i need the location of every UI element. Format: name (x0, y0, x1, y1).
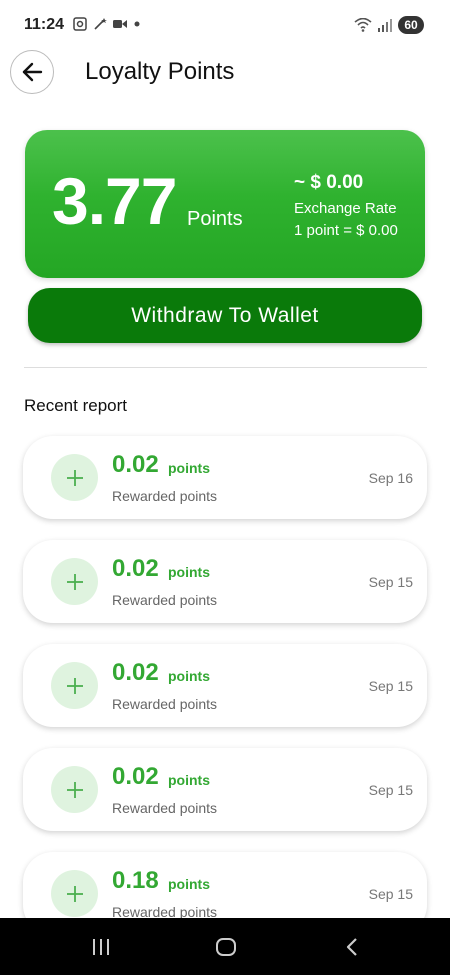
nav-back-button[interactable] (337, 932, 367, 962)
item-description: Rewarded points (112, 800, 218, 816)
recent-report-heading: Recent report (24, 396, 127, 415)
item-date: Sep 15 (368, 678, 413, 694)
item-date: Sep 15 (368, 782, 413, 798)
points-summary-card: 3.77 Points ~ $ 0.00 Exchange Rate 1 poi… (25, 130, 425, 278)
list-item[interactable]: 0.02 points Rewarded points Sep 15 (23, 540, 427, 623)
arrow-left-icon (22, 62, 43, 82)
item-date: Sep 15 (368, 886, 413, 902)
dot-icon (134, 21, 140, 27)
item-description: Rewarded points (112, 488, 218, 504)
plus-icon (66, 469, 83, 486)
points-amount: 0.18 (112, 867, 159, 894)
plus-icon-circle (51, 454, 98, 501)
nav-home-button[interactable] (211, 932, 241, 962)
plus-icon (66, 677, 83, 694)
item-date: Sep 15 (368, 574, 413, 590)
home-icon (216, 938, 236, 956)
approx-dollar-value: ~ $ 0.00 (294, 172, 364, 193)
plus-icon (66, 573, 83, 590)
list-item[interactable]: 0.02 points Rewarded points Sep 16 (23, 436, 427, 519)
points-balance: 3.77 (52, 164, 177, 238)
status-time: 11:24 (24, 16, 65, 33)
exchange-rate-value: 1 point = $ 0.00 (294, 222, 398, 239)
points-amount: 0.02 (112, 451, 159, 478)
item-description: Rewarded points (112, 696, 218, 712)
status-icons-left (73, 17, 141, 31)
battery-indicator: 60 (398, 16, 424, 34)
points-amount: 0.02 (112, 763, 159, 790)
plus-icon (66, 885, 83, 902)
back-button[interactable] (10, 50, 54, 94)
points-unit-label: Points (187, 208, 243, 230)
item-description: Rewarded points (112, 592, 218, 608)
points-amount-unit: points (168, 564, 210, 580)
status-icons-right: 60 (354, 16, 424, 34)
nav-recents-button[interactable] (86, 932, 116, 962)
points-amount-unit: points (168, 460, 210, 476)
status-bar: 11:24 60 (0, 0, 450, 50)
plus-icon (66, 781, 83, 798)
list-item[interactable]: 0.02 points Rewarded points Sep 15 (23, 644, 427, 727)
points-amount-unit: points (168, 772, 210, 788)
plus-icon-circle (51, 662, 98, 709)
item-date: Sep 16 (368, 470, 413, 486)
plus-icon-circle (51, 870, 98, 917)
points-amount-unit: points (168, 668, 210, 684)
points-amount-unit: points (168, 876, 210, 892)
withdraw-to-wallet-button[interactable]: Withdraw To Wallet (28, 288, 422, 343)
points-amount: 0.02 (112, 659, 159, 686)
exchange-rate-label: Exchange Rate (294, 200, 397, 217)
magic-wand-icon (94, 18, 107, 30)
back-chevron-icon (346, 938, 357, 956)
plus-icon-circle (51, 558, 98, 605)
plus-icon-circle (51, 766, 98, 813)
list-item[interactable]: 0.02 points Rewarded points Sep 15 (23, 748, 427, 831)
wifi-icon (354, 18, 372, 32)
points-amount: 0.02 (112, 555, 159, 582)
signal-icon (378, 19, 392, 32)
system-nav-bar (0, 918, 450, 975)
page-title: Loyalty Points (85, 58, 235, 85)
video-icon (113, 20, 127, 28)
screenshot-icon (73, 17, 87, 31)
recents-icon (93, 939, 109, 955)
app-header: Loyalty Points (0, 48, 450, 98)
divider (24, 367, 427, 368)
